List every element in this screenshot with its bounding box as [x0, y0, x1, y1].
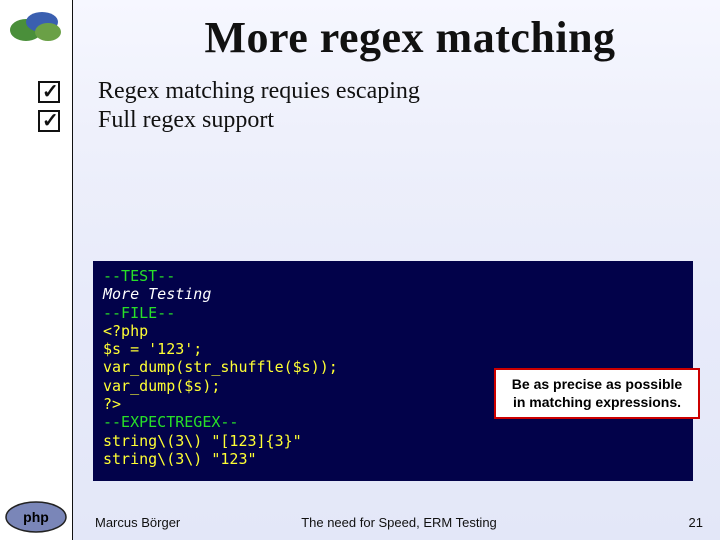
footer-title: The need for Speed, ERM Testing: [95, 515, 703, 530]
slide: php More regex matching Regex matching r…: [0, 0, 720, 540]
code-line: More Testing: [103, 285, 683, 303]
code-line: $s = '123';: [103, 340, 683, 358]
php-logo: php: [4, 500, 68, 534]
bullet-list: Regex matching requies escaping Full reg…: [38, 78, 678, 136]
bullet-text: Regex matching requies escaping: [98, 78, 420, 105]
checkbox-icon: [38, 81, 60, 103]
bullet-item: Full regex support: [38, 107, 678, 134]
callout-box: Be as precise as possible in matching ex…: [494, 368, 700, 419]
bullet-text: Full regex support: [98, 107, 274, 134]
code-line: <?php: [103, 322, 683, 340]
top-logo: [8, 8, 64, 44]
slide-title: More regex matching: [120, 12, 700, 63]
checkbox-icon: [38, 110, 60, 132]
code-line: --TEST--: [103, 267, 683, 285]
code-line: string\(3\) "123": [103, 450, 683, 468]
svg-text:php: php: [23, 509, 49, 525]
code-line: string\(3\) "[123]{3}": [103, 432, 683, 450]
bullet-item: Regex matching requies escaping: [38, 78, 678, 105]
code-line: --FILE--: [103, 304, 683, 322]
footer: Marcus Börger The need for Speed, ERM Te…: [95, 515, 703, 530]
